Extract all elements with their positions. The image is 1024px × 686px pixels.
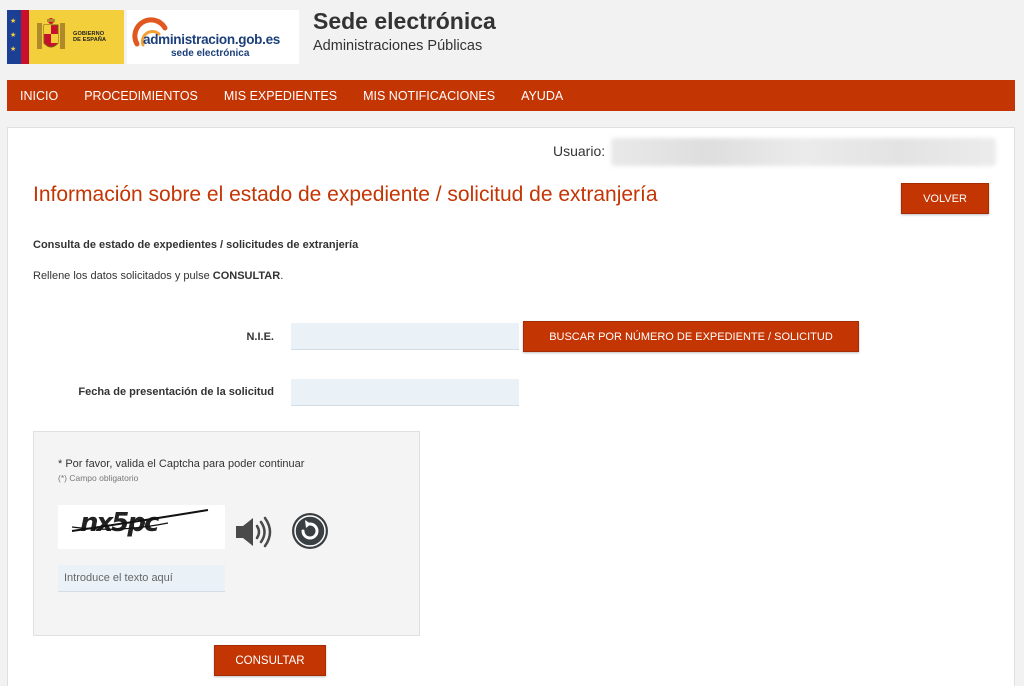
site-subtitle: Administraciones Públicas [313, 38, 483, 54]
nav-item-procedimientos[interactable]: PROCEDIMIENTOS [84, 89, 198, 103]
buscar-por-expediente-button[interactable]: BUSCAR POR NÚMERO DE EXPEDIENTE / SOLICI… [523, 321, 859, 352]
volver-button[interactable]: VOLVER [901, 183, 989, 214]
instructions-text: Rellene los datos solicitados y pulse CO… [33, 270, 283, 282]
main-panel: Usuario: Información sobre el estado de … [7, 127, 1015, 686]
consultar-button[interactable]: CONSULTAR [214, 645, 326, 676]
main-nav: INICIO PROCEDIMIENTOS MIS EXPEDIENTES MI… [7, 80, 1015, 111]
nav-item-mis-notificaciones[interactable]: MIS NOTIFICACIONES [363, 89, 495, 103]
user-name-redacted [611, 138, 996, 166]
captcha-noise-line [71, 509, 209, 532]
administracion-logo[interactable]: administracion.gob.es sede electrónica [127, 10, 299, 64]
speaker-icon[interactable] [234, 516, 274, 548]
nav-item-inicio[interactable]: INICIO [20, 89, 58, 103]
instructions-suffix: . [280, 270, 284, 282]
spain-flag-strip [21, 10, 29, 64]
captcha-note: * Por favor, valida el Captcha para pode… [58, 458, 305, 470]
instructions-bold: CONSULTAR [212, 270, 281, 282]
nav-item-mis-expedientes[interactable]: MIS EXPEDIENTES [224, 89, 337, 103]
captcha-required-note: (*) Campo obligatorio [58, 473, 139, 483]
site-title: Sede electrónica [313, 8, 496, 34]
site-header: ★ ★ ★ GOBIERNO DE ESPAÑA administracion.go… [0, 0, 1024, 80]
nie-input[interactable] [291, 323, 519, 350]
nie-label: N.I.E. [246, 331, 274, 343]
nav-item-ayuda[interactable]: AYUDA [521, 89, 563, 103]
user-label: Usuario: [553, 143, 606, 159]
sede-electronica-logo-text: sede electrónica [171, 48, 250, 59]
captcha-image: nx5pc [58, 505, 225, 549]
refresh-icon[interactable] [291, 512, 329, 550]
eu-flag-strip: ★ ★ ★ [7, 10, 21, 64]
instructions-prefix: Rellene los datos solicitados y pulse [33, 270, 213, 282]
captcha-input[interactable] [58, 565, 225, 592]
page-title: Información sobre el estado de expedient… [33, 183, 658, 206]
gobierno-text: GOBIERNO DE ESPAÑA [73, 30, 107, 44]
fecha-presentacion-label: Fecha de presentación de la solicitud [78, 386, 274, 398]
section-heading: Consulta de estado de expedientes / soli… [33, 239, 359, 251]
captcha-box: * Por favor, valida el Captcha para pode… [33, 431, 420, 636]
administracion-logo-text: administracion.gob.es [143, 32, 280, 47]
gobierno-de-espana-logo[interactable]: ★ ★ ★ GOBIERNO DE ESPAÑA [7, 10, 124, 64]
coat-of-arms-icon [37, 18, 65, 49]
fecha-presentacion-input[interactable] [291, 379, 519, 406]
